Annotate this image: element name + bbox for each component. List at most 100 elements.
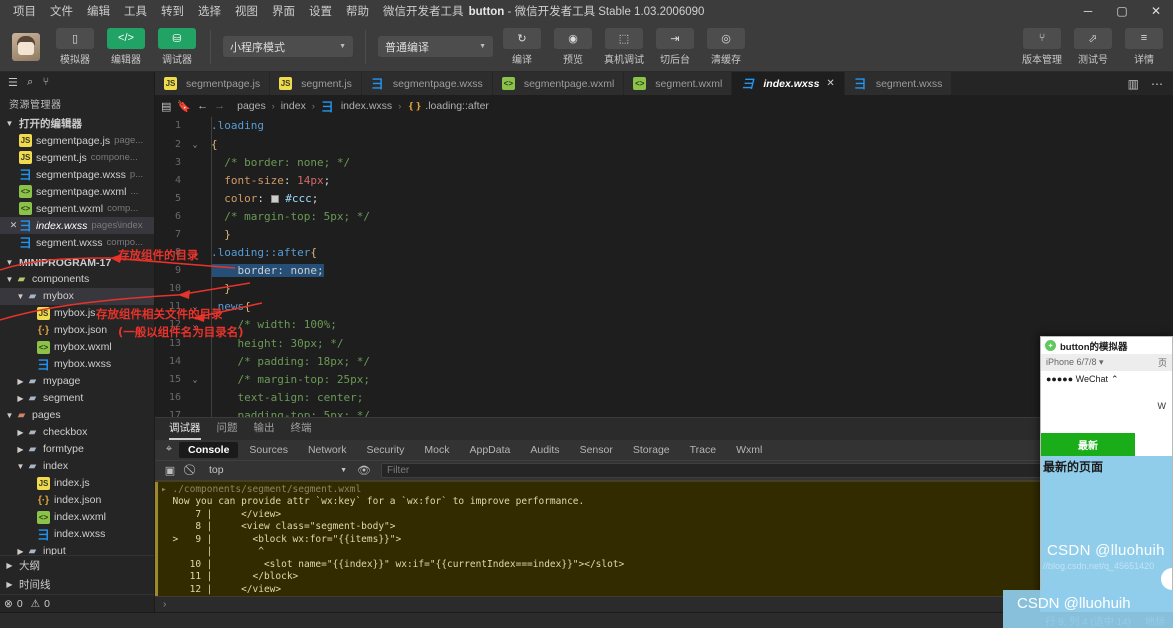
toolbar-right-external-link-icon[interactable]: ⬀测试号 — [1072, 28, 1114, 66]
editor-tab[interactable]: <>segmentpage.wxml — [493, 72, 624, 95]
toolbar-action-eye-icon[interactable]: ◉预览 — [552, 28, 594, 66]
menu-item-8[interactable]: 设置 — [302, 1, 339, 21]
toolbar-right-menu-icon[interactable]: ≡详情 — [1123, 28, 1165, 66]
open-editors-section-header[interactable]: ▼ 打开的编辑器 — [0, 115, 154, 132]
fold-toggle[interactable]: ⌄ — [189, 320, 201, 329]
tree-item[interactable]: JSindex.js — [0, 475, 154, 492]
tree-item[interactable]: 彐index.wxss — [0, 526, 154, 543]
breadcrumb-item[interactable]: pages — [237, 100, 266, 112]
tree-item[interactable]: ▼▰components — [0, 271, 154, 288]
inspect-element-icon[interactable]: ⌖ — [159, 443, 179, 456]
arrow-left-icon[interactable]: ← — [197, 100, 208, 112]
problems-status[interactable]: ⊗ 0 ⚠ 0 — [0, 594, 154, 612]
tree-item[interactable]: {·}index.json — [0, 492, 154, 509]
toolbar-action-device-debug-icon[interactable]: ⬚真机调试 — [603, 28, 645, 66]
console-sidebar-icon[interactable]: ▣ — [159, 464, 181, 477]
close-icon[interactable]: ✕ — [826, 78, 834, 89]
menu-item-4[interactable]: 转到 — [154, 1, 191, 21]
minimize-button[interactable]: ─ — [1071, 0, 1105, 22]
branch-icon[interactable]: ⑂ — [43, 76, 50, 88]
list-icon[interactable]: ▤ — [161, 100, 171, 113]
devtools-tab[interactable]: Console — [179, 442, 238, 458]
debugger-tab[interactable]: 输出 — [254, 420, 275, 440]
tree-item[interactable]: 彐mybox.wxss — [0, 356, 154, 373]
compile-select[interactable]: 普通编译 ▼ — [378, 36, 493, 57]
mode-select[interactable]: 小程序模式 ▼ — [223, 36, 353, 57]
tree-item[interactable]: ▶▰checkbox — [0, 424, 154, 441]
console-filter-input[interactable]: Filter — [381, 463, 1080, 478]
menu-item-1[interactable]: 文件 — [43, 1, 80, 21]
tree-item[interactable]: <>index.wxml — [0, 509, 154, 526]
code-editor[interactable]: 1.loading2⌄{3 /* border: none; */4 font-… — [155, 117, 1173, 417]
close-icon[interactable]: ✕ — [8, 220, 19, 231]
tree-item[interactable]: ▶▰segment — [0, 390, 154, 407]
editor-tab[interactable]: 彐segment.wxss — [845, 72, 953, 95]
editor-tab[interactable]: <>segment.wxml — [624, 72, 732, 95]
tree-item[interactable]: <>mybox.wxml — [0, 339, 154, 356]
sidebar-section-1[interactable]: ▶时间线 — [0, 575, 154, 594]
more-icon[interactable]: ⋯ — [1151, 77, 1163, 91]
eye-icon[interactable]: 👁 — [353, 464, 375, 477]
simulator-tab-rest[interactable] — [1135, 433, 1172, 456]
devtools-tab[interactable]: Storage — [624, 442, 679, 458]
split-editor-icon[interactable]: ▥ — [1128, 77, 1139, 91]
tree-item[interactable]: ▶▰formtype — [0, 441, 154, 458]
toolbar-action-background-icon[interactable]: ⇥切后台 — [654, 28, 696, 66]
breadcrumb-item[interactable]: ❴❵.loading::after — [407, 100, 489, 112]
tree-item[interactable]: ▶▰mypage — [0, 373, 154, 390]
debugger-tab[interactable]: 调试器 — [169, 420, 201, 440]
devtools-tab[interactable]: Network — [299, 442, 356, 458]
open-editor-item[interactable]: ✕彐index.wxsspages\index — [0, 217, 154, 234]
toolbar-panel-bug-icon[interactable]: ⛁调试器 — [156, 28, 198, 66]
editor-tab[interactable]: 彐index.wxss✕ — [732, 72, 844, 95]
menu-item-6[interactable]: 视图 — [228, 1, 265, 21]
toolbar-action-clear-cache-icon[interactable]: ◎清缓存 — [705, 28, 747, 66]
menu-item-9[interactable]: 帮助 — [339, 1, 376, 21]
tree-item[interactable]: ▼▰index — [0, 458, 154, 475]
toolbar-panel-phone-icon[interactable]: ▯模拟器 — [54, 28, 96, 66]
close-button[interactable]: ✕ — [1139, 0, 1173, 22]
tree-item[interactable]: JSmybox.js — [0, 305, 154, 322]
bookmark-icon[interactable]: 🔖 — [177, 100, 191, 113]
devtools-tab[interactable]: Audits — [521, 442, 568, 458]
devtools-tab[interactable]: Trace — [681, 442, 725, 458]
devtools-tab[interactable]: Wxml — [727, 442, 771, 458]
open-editor-item[interactable]: <>segment.wxmlcomp... — [0, 200, 154, 217]
debugger-tab[interactable]: 终端 — [291, 420, 312, 440]
toolbar-right-branch-icon[interactable]: ⑂版本管理 — [1021, 28, 1063, 66]
editor-tab[interactable]: 彐segmentpage.wxss — [362, 72, 493, 95]
device-select[interactable]: iPhone 6/7/8 ▾ — [1046, 357, 1104, 368]
console-output[interactable]: ▸ ./components/segment/segment.wxml Now … — [155, 481, 1173, 596]
devtools-tab[interactable]: Security — [357, 442, 413, 458]
menu-icon[interactable]: ☰ — [8, 76, 18, 89]
tree-item[interactable]: ▶▰input — [0, 543, 154, 555]
toolbar-action-refresh-icon[interactable]: ↻编译 — [501, 28, 543, 66]
tree-item[interactable]: ▼▰mybox — [0, 288, 154, 305]
breadcrumb-item[interactable]: index — [281, 100, 306, 112]
menu-item-7[interactable]: 界面 — [265, 1, 302, 21]
fold-toggle[interactable]: ⌄ — [189, 375, 201, 384]
open-editor-item[interactable]: 彐segmentpage.wxssp... — [0, 166, 154, 183]
open-editor-item[interactable]: <>segmentpage.wxml... — [0, 183, 154, 200]
debugger-tab[interactable]: 问题 — [217, 420, 238, 440]
devtools-tab[interactable]: Mock — [415, 442, 458, 458]
open-editor-item[interactable]: JSsegment.jscompone... — [0, 149, 154, 166]
maximize-button[interactable]: ▢ — [1105, 0, 1139, 22]
menu-item-3[interactable]: 工具 — [117, 1, 154, 21]
tree-item[interactable]: {·}mybox.json — [0, 322, 154, 339]
devtools-tab[interactable]: Sensor — [571, 442, 622, 458]
simulator-page[interactable]: 最新的页面 //blog.csdn.net/q_45651420 CSDN @l… — [1041, 456, 1172, 611]
devtools-tab[interactable]: AppData — [461, 442, 520, 458]
project-section-header[interactable]: ▼ MINIPROGRAM-17 — [0, 254, 154, 271]
editor-tab[interactable]: JSsegment.js — [270, 72, 362, 95]
menu-item-0[interactable]: 项目 — [6, 1, 43, 21]
sidebar-section-0[interactable]: ▶大纲 — [0, 556, 154, 575]
search-icon[interactable]: ⌕ — [27, 76, 33, 89]
toolbar-panel-code-icon[interactable]: </>编辑器 — [105, 28, 147, 66]
breadcrumb-item[interactable]: 彐index.wxss — [321, 100, 392, 113]
fold-toggle[interactable]: ⌄ — [189, 140, 201, 149]
menu-item-5[interactable]: 选择 — [191, 1, 228, 21]
clear-console-icon[interactable]: ⃠ — [181, 464, 203, 477]
simulator-window[interactable]: ✦ button的模拟器 iPhone 6/7/8 ▾ 页 ●●●●● WeCh… — [1040, 336, 1173, 612]
menu-item-2[interactable]: 编辑 — [80, 1, 117, 21]
